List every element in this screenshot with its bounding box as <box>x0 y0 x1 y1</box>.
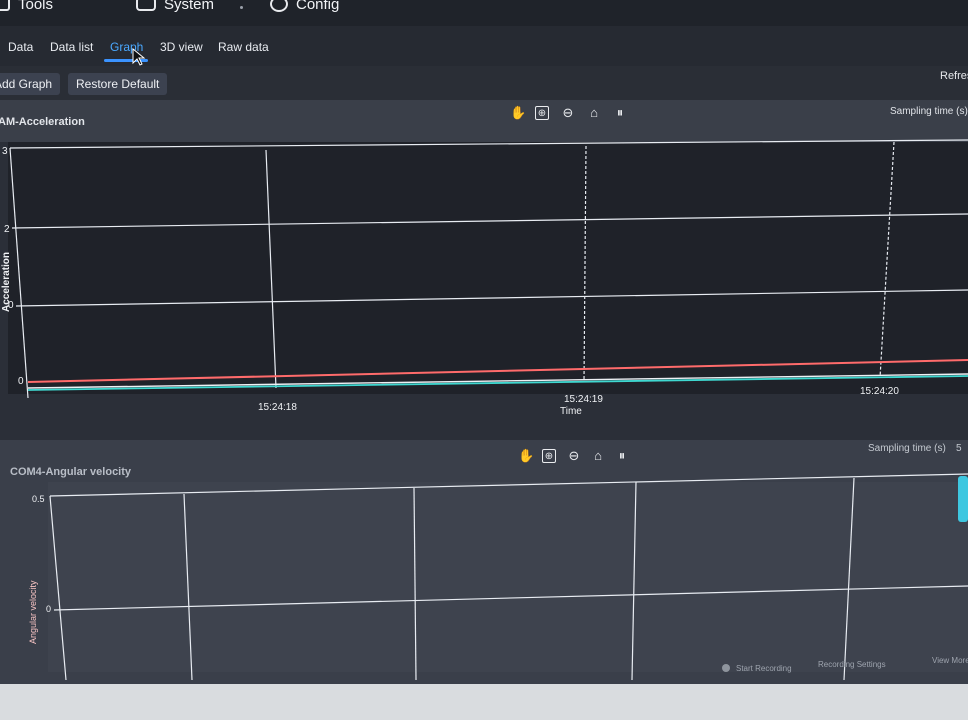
restore-default-button[interactable]: Restore Default <box>68 73 168 95</box>
pan-hand-icon[interactable]: ✋ <box>510 106 526 120</box>
separator-dot <box>240 6 243 9</box>
menu-config[interactable]: Config <box>270 0 339 14</box>
tab-3d-view[interactable]: 3D view <box>160 40 203 54</box>
tab-data[interactable]: Data <box>8 40 33 54</box>
menu-system[interactable]: System <box>136 0 214 14</box>
pause-icon[interactable]: ⏸ <box>613 106 627 120</box>
menu-tools[interactable]: Tools <box>0 0 53 14</box>
recording-settings-button[interactable]: Recording Settings <box>818 660 886 669</box>
graph2-y-tick-zero: 0 <box>46 604 52 614</box>
graph2-grid <box>49 473 968 680</box>
add-graph-button[interactable]: Add Graph <box>0 73 61 95</box>
graph1-sampling-time[interactable]: Sampling time (s) <box>890 106 968 117</box>
gear-icon <box>270 0 288 12</box>
graph2-home-icon[interactable]: ⌂ <box>591 449 605 463</box>
tab-data-list[interactable]: Data list <box>50 40 93 54</box>
menu-system-label: System <box>164 0 215 13</box>
tab-raw-data[interactable]: Raw data <box>218 40 269 54</box>
desktop-background <box>0 684 968 720</box>
zoom-out-icon[interactable]: ⊖ <box>561 106 575 120</box>
start-recording-button[interactable]: Start Recording <box>736 664 792 673</box>
graph2-pan-hand-icon[interactable]: ✋ <box>518 449 534 463</box>
graph1-y-axis-label: Acceleration <box>1 251 12 312</box>
graph2-y-tick-top: 0.5 <box>32 494 45 504</box>
menu-tools-label: Tools <box>18 0 54 13</box>
graph1-x-tick-0: 15:24:18 <box>258 402 297 413</box>
graph2-pause-icon[interactable]: ⏸ <box>615 449 629 463</box>
mouse-cursor-icon <box>132 48 146 66</box>
home-icon[interactable]: ⌂ <box>587 106 601 120</box>
graph2-zoom-out-icon[interactable]: ⊖ <box>567 449 581 463</box>
graph2-zoom-in-icon[interactable]: ⊕ <box>542 449 556 463</box>
graph1-y-tick-0: 0 <box>18 376 24 387</box>
graph1-y-tick-2: 2 <box>4 224 10 235</box>
side-scroll-handle[interactable] <box>958 476 968 522</box>
graph1-header <box>0 100 968 142</box>
graph2-sampling-value[interactable]: 5 <box>956 443 962 454</box>
graph1-y-tick-3: 3 <box>2 146 8 157</box>
record-dot-icon <box>722 664 730 672</box>
graph1-x-axis-label: Time <box>560 406 582 417</box>
zoom-in-icon[interactable]: ⊕ <box>535 106 549 120</box>
system-icon <box>136 0 156 11</box>
graph1-title: AM-Acceleration <box>0 116 85 128</box>
graph1-grid <box>9 139 968 399</box>
tools-icon <box>0 0 10 11</box>
view-more-button[interactable]: View More <box>932 656 968 665</box>
menu-config-label: Config <box>296 0 340 13</box>
graph1-x-tick-1: 15:24:19 <box>564 394 603 405</box>
graph2-y-axis-label: Angular velocity <box>28 580 38 644</box>
graph1-x-tick-2: 15:24:20 <box>860 386 899 397</box>
refresh-link[interactable]: Refresh <box>940 70 968 82</box>
graph2-sampling-time[interactable]: Sampling time (s) <box>868 443 946 454</box>
